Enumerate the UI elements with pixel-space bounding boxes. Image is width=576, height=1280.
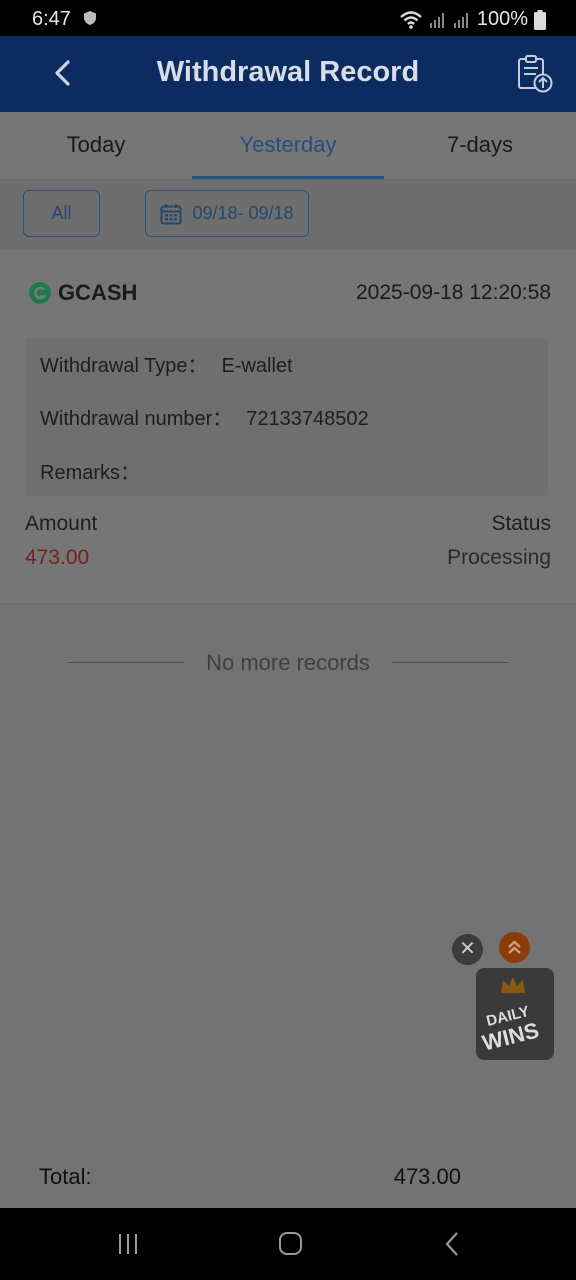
main-content: Today Yesterday 7-days All 09/18- 09/18	[0, 112, 576, 1208]
total-value: 473.00	[393, 1164, 461, 1189]
close-ad-button[interactable]: ✕	[452, 934, 483, 965]
upload-record-icon[interactable]	[516, 54, 554, 94]
tab-yesterday[interactable]: Yesterday	[192, 112, 384, 180]
amount-label: Amount	[25, 512, 98, 535]
withdrawal-number-value: 72133748502	[246, 408, 369, 430]
page-title: Withdrawal Record	[156, 56, 420, 88]
tab-7-days[interactable]: 7-days	[384, 112, 576, 180]
all-filter-button[interactable]: All	[23, 190, 100, 237]
remarks-row: Remarks：	[40, 456, 140, 485]
crown-icon	[501, 977, 525, 993]
detail-box: Withdrawal Type： E-wallet Withdrawal numb…	[26, 338, 548, 496]
status-label: Status	[491, 512, 551, 535]
double-chevron-up-icon	[508, 940, 521, 954]
recent-apps-icon[interactable]	[108, 1228, 148, 1260]
active-tab-indicator	[192, 176, 384, 179]
status-bar: 6:47 100%	[0, 0, 576, 36]
remarks-label: Remarks：	[40, 462, 141, 484]
shield-icon	[84, 11, 96, 25]
record-datetime: 2025-09-18 12:20:58	[356, 281, 551, 304]
amount-value: 473.00	[25, 546, 90, 569]
all-filter-label: All	[51, 203, 72, 223]
provider-name: GCASH	[58, 280, 138, 305]
signal-icon	[429, 12, 444, 28]
date-range-button[interactable]: 09/18- 09/18	[145, 190, 309, 237]
gcash-logo-icon	[29, 282, 51, 304]
provider: GCASH	[28, 280, 137, 306]
total-label: Total:	[39, 1164, 92, 1189]
scroll-top-button[interactable]	[499, 932, 530, 963]
wifi-icon	[400, 10, 422, 29]
signal-icon-2	[453, 12, 468, 28]
withdrawal-number-row: Withdrawal number： 72133748502	[40, 402, 369, 431]
app-bar: Withdrawal Record	[0, 36, 576, 112]
withdrawal-type-row: Withdrawal Type： E-wallet	[40, 349, 293, 378]
battery-percent: 100%	[476, 8, 528, 30]
withdrawal-type-value: E-wallet	[221, 355, 293, 377]
divider-right	[392, 662, 508, 663]
daily-wins-ad[interactable]: DAILY WINS	[476, 968, 554, 1060]
withdrawal-number-label: Withdrawal number：	[40, 408, 233, 430]
withdrawal-record-card[interactable]: GCASH 2025-09-18 12:20:58 Withdrawal Typ…	[0, 250, 576, 604]
no-more-records: No more records	[0, 650, 576, 680]
withdrawal-type-label: Withdrawal Type：	[40, 355, 208, 377]
clock: 6:47	[32, 8, 71, 30]
date-range-label: 09/18- 09/18	[192, 203, 294, 223]
filter-row: All 09/18- 09/18	[0, 180, 576, 250]
total-row: Total: 473.00	[0, 1148, 576, 1208]
no-more-records-text: No more records	[206, 650, 370, 675]
date-tabs: Today Yesterday 7-days	[0, 112, 576, 180]
tab-today[interactable]: Today	[0, 112, 192, 180]
battery-icon	[534, 9, 546, 30]
status-value: Processing	[447, 546, 551, 569]
back-icon[interactable]	[432, 1228, 472, 1260]
system-nav-bar	[0, 1208, 576, 1280]
home-icon[interactable]	[270, 1228, 310, 1260]
status-right: 100%	[399, 8, 546, 31]
calendar-icon	[160, 203, 182, 224]
